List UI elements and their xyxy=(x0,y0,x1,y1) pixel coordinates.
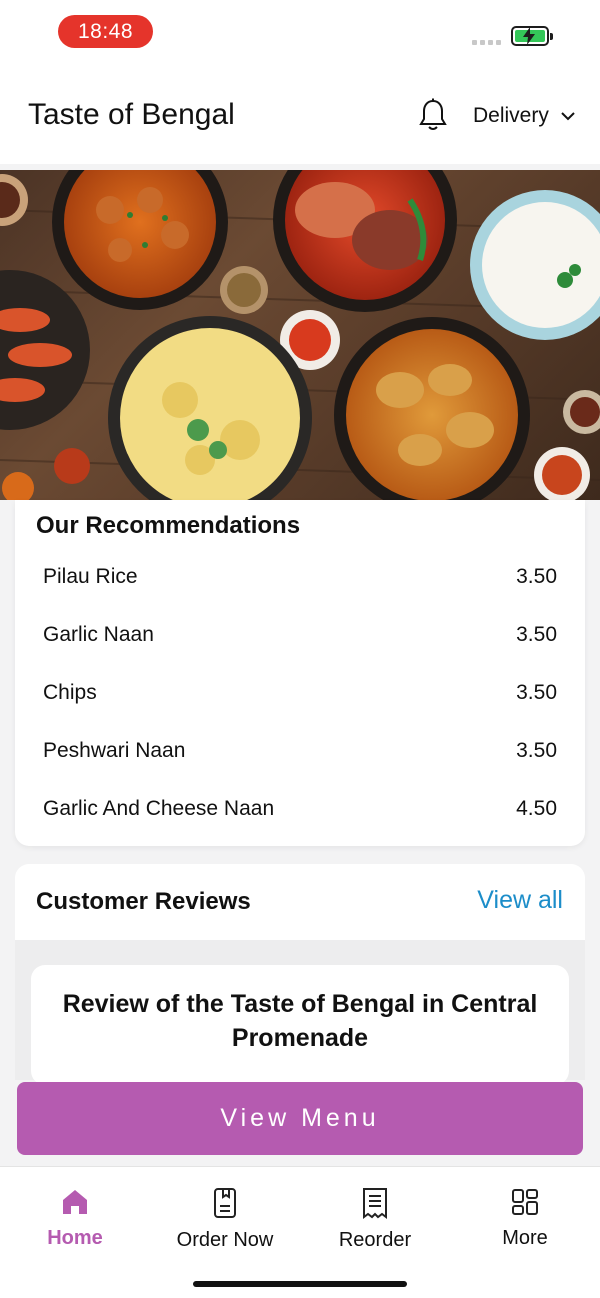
delivery-mode-label: Delivery xyxy=(473,104,549,127)
home-icon xyxy=(63,1190,87,1214)
grid-icon xyxy=(512,1189,538,1215)
view-menu-button[interactable]: View Menu xyxy=(17,1082,583,1155)
item-name: Garlic Naan xyxy=(43,623,154,646)
nav-label: Reorder xyxy=(338,1229,412,1251)
chevron-down-icon xyxy=(561,111,575,120)
item-name: Garlic And Cheese Naan xyxy=(43,797,275,820)
reviews-header: Customer Reviews View all xyxy=(15,864,585,940)
bottom-navigation: Home Order Now Reorder More xyxy=(0,1166,600,1298)
recommendations-card: Our Recommendations Pilau Rice 3.50 Garl… xyxy=(15,500,585,846)
hero-food-image xyxy=(0,170,600,500)
item-price: 4.50 xyxy=(516,797,557,820)
item-name: Chips xyxy=(43,681,97,704)
order-document-icon xyxy=(214,1188,236,1218)
item-name: Peshwari Naan xyxy=(43,739,186,762)
review-card-title: Review of the Taste of Bengal in Central… xyxy=(62,990,538,1052)
nav-label: More xyxy=(502,1227,548,1249)
recommendations-title: Our Recommendations xyxy=(36,512,301,539)
nav-more[interactable]: More xyxy=(460,1187,590,1250)
restaurant-title: Taste of Bengal xyxy=(28,98,235,131)
item-price: 3.50 xyxy=(516,739,557,762)
status-time: 18:48 xyxy=(58,15,153,48)
reviews-title: Customer Reviews xyxy=(36,888,251,915)
recommendation-item[interactable]: Pilau Rice 3.50 xyxy=(43,557,557,597)
view-all-reviews-link[interactable]: View all xyxy=(477,886,563,915)
reviews-carousel: Review of the Taste of Bengal in Central… xyxy=(15,940,585,1085)
bell-icon[interactable] xyxy=(417,98,449,132)
recommendation-item[interactable]: Garlic Naan 3.50 xyxy=(43,615,557,655)
item-price: 3.50 xyxy=(516,681,557,704)
nav-label: Order Now xyxy=(176,1229,274,1251)
status-bar: 18:48 xyxy=(0,0,600,64)
item-price: 3.50 xyxy=(516,623,557,646)
battery-charging-icon xyxy=(511,26,553,46)
nav-order-now[interactable]: Order Now xyxy=(160,1187,290,1252)
receipt-icon xyxy=(363,1188,387,1219)
recommendation-item[interactable]: Garlic And Cheese Naan 4.50 xyxy=(43,789,557,829)
recommendation-item[interactable]: Chips 3.50 xyxy=(43,673,557,713)
nav-home[interactable]: Home xyxy=(10,1187,140,1250)
delivery-mode-selector[interactable]: Delivery xyxy=(473,104,575,128)
nav-reorder[interactable]: Reorder xyxy=(310,1187,440,1252)
home-indicator xyxy=(193,1281,407,1287)
nav-label: Home xyxy=(47,1227,103,1249)
item-price: 3.50 xyxy=(516,565,557,588)
review-card[interactable]: Review of the Taste of Bengal in Central… xyxy=(31,965,569,1085)
item-name: Pilau Rice xyxy=(43,565,138,588)
signal-icon xyxy=(472,40,501,45)
app-header: Taste of Bengal Delivery xyxy=(0,64,600,164)
recommendation-item[interactable]: Peshwari Naan 3.50 xyxy=(43,731,557,771)
